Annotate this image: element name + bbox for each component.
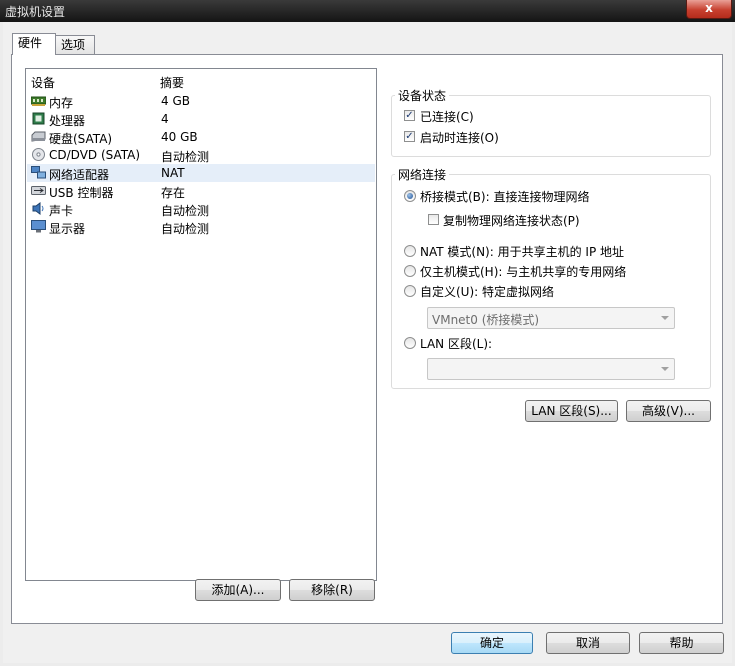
display-icon — [31, 220, 46, 233]
replicate-state-label[interactable]: 复制物理网络连接状态(P) — [443, 212, 580, 229]
title-bar[interactable]: 虚拟机设置 x — [0, 0, 735, 22]
bridged-radio[interactable] — [404, 190, 416, 202]
memory-icon — [31, 96, 46, 106]
processor-icon — [32, 112, 45, 125]
device-list-header: 设备 摘要 — [26, 69, 376, 91]
device-summary: 自动检测 — [161, 222, 210, 236]
bridged-label[interactable]: 桥接模式(B): 直接连接物理网络 — [420, 188, 589, 205]
device-name: 网络适配器 — [49, 168, 110, 182]
device-name: 处理器 — [49, 114, 86, 128]
help-button[interactable]: 帮助 — [639, 632, 724, 654]
device-row-usb-controller[interactable]: USB 控制器 存在 — [27, 182, 375, 200]
cancel-button[interactable]: 取消 — [546, 632, 630, 654]
device-summary: 自动检测 — [161, 150, 210, 164]
connect-at-power-on-checkbox[interactable]: ✓ — [404, 131, 415, 142]
add-device-button[interactable]: 添加(A)... — [195, 579, 281, 601]
custom-label[interactable]: 自定义(U): 特定虚拟网络 — [420, 283, 554, 300]
device-row-cd-dvd[interactable]: CD/DVD (SATA) 自动检测 — [27, 146, 375, 164]
network-adapter-icon — [31, 166, 46, 179]
lan-segment-label[interactable]: LAN 区段(L): — [420, 335, 492, 352]
cd-dvd-icon — [32, 148, 45, 161]
connect-at-power-on-label[interactable]: 启动时连接(O) — [420, 129, 499, 146]
device-row-sound-card[interactable]: 声卡 自动检测 — [27, 200, 375, 218]
device-row-display[interactable]: 显示器 自动检测 — [27, 218, 375, 236]
tab-options[interactable]: 选项 — [55, 35, 95, 54]
host-only-label[interactable]: 仅主机模式(H): 与主机共享的专用网络 — [420, 263, 626, 280]
host-only-radio[interactable] — [404, 265, 416, 277]
nat-radio[interactable] — [404, 245, 416, 257]
device-list: 设备 摘要 内存 4 GB 处理器 4 硬盘(SATA) 40 GB CD/DV… — [25, 68, 377, 581]
custom-network-value: VMnet0 (桥接模式) — [432, 313, 540, 327]
device-summary: 40 GB — [161, 130, 198, 144]
column-header-device[interactable]: 设备 — [31, 74, 55, 91]
network-connection-title: 网络连接 — [395, 166, 450, 183]
chevron-down-icon — [661, 367, 669, 371]
device-name: USB 控制器 — [49, 186, 114, 200]
hardware-panel: 设备 摘要 内存 4 GB 处理器 4 硬盘(SATA) 40 GB CD/DV… — [11, 54, 723, 624]
device-name: 内存 — [49, 96, 74, 110]
device-row-hard-disk[interactable]: 硬盘(SATA) 40 GB — [27, 128, 375, 146]
tab-hardware[interactable]: 硬件 — [12, 33, 56, 55]
remove-device-button[interactable]: 移除(R) — [289, 579, 375, 601]
device-status-group — [391, 95, 711, 157]
device-row-memory[interactable]: 内存 4 GB — [27, 92, 375, 110]
lan-segment-select[interactable] — [427, 358, 675, 380]
device-name: CD/DVD (SATA) — [49, 148, 141, 162]
hard-disk-icon — [31, 131, 46, 142]
usb-icon — [31, 186, 46, 195]
device-name: 硬盘(SATA) — [49, 132, 113, 146]
device-summary: 4 — [161, 112, 169, 126]
device-status-title: 设备状态 — [395, 87, 450, 104]
vm-settings-window: 虚拟机设置 x 硬件 选项 设备 摘要 内存 4 GB 处理器 4 硬盘(SAT… — [0, 0, 735, 666]
device-name: 声卡 — [49, 204, 74, 218]
tab-hardware-label: 硬件 — [18, 36, 43, 50]
ok-button[interactable]: 确定 — [451, 632, 533, 654]
device-summary: 4 GB — [161, 94, 190, 108]
connected-checkbox[interactable]: ✓ — [404, 110, 415, 121]
sound-card-icon — [32, 202, 44, 215]
close-button[interactable]: x — [686, 0, 732, 19]
device-summary: NAT — [161, 166, 185, 180]
network-connection-group — [391, 174, 711, 389]
connected-label[interactable]: 已连接(C) — [420, 108, 474, 125]
device-summary: 存在 — [161, 186, 186, 200]
device-row-network-adapter[interactable]: 网络适配器 NAT — [27, 164, 375, 182]
device-name: 显示器 — [49, 222, 86, 236]
device-row-processor[interactable]: 处理器 4 — [27, 110, 375, 128]
dialog-body: 硬件 选项 设备 摘要 内存 4 GB 处理器 4 硬盘(SATA) 40 GB… — [3, 22, 732, 663]
device-summary: 自动检测 — [161, 204, 210, 218]
lan-segments-button[interactable]: LAN 区段(S)... — [525, 400, 618, 422]
custom-network-select[interactable]: VMnet0 (桥接模式) — [427, 307, 675, 329]
advanced-button[interactable]: 高级(V)... — [626, 400, 711, 422]
column-header-summary[interactable]: 摘要 — [160, 74, 184, 91]
window-title: 虚拟机设置 — [5, 5, 66, 19]
chevron-down-icon — [661, 316, 669, 320]
replicate-state-checkbox[interactable] — [428, 214, 439, 225]
tab-options-label: 选项 — [61, 38, 86, 52]
custom-radio[interactable] — [404, 285, 416, 297]
nat-label[interactable]: NAT 模式(N): 用于共享主机的 IP 地址 — [420, 243, 624, 260]
lan-segment-radio[interactable] — [404, 337, 416, 349]
